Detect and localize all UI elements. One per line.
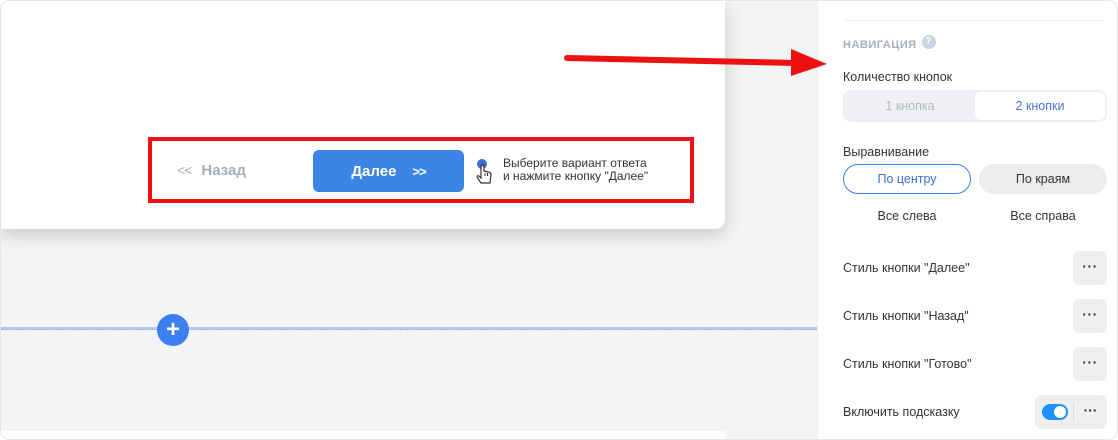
hint-toggle-row: Включить подсказку ··· bbox=[843, 395, 1107, 429]
style-done-label: Стиль кнопки "Готово" bbox=[843, 357, 972, 371]
align-left-option[interactable]: Все слева bbox=[843, 209, 971, 223]
style-back-row: Стиль кнопки "Назад" ··· bbox=[843, 299, 1107, 333]
buttons-count-label: Количество кнопок bbox=[843, 70, 953, 84]
align-edges-button[interactable]: По краям bbox=[979, 164, 1107, 194]
plus-icon: + bbox=[165, 316, 180, 343]
buttons-count-segmented: 1 кнопка 2 кнопки bbox=[843, 90, 1107, 122]
settings-panel: НАВИГАЦИЯ ? Количество кнопок 1 кнопка 2… bbox=[817, 1, 1117, 439]
hint-toggle-switch[interactable] bbox=[1042, 404, 1068, 420]
section-title: НАВИГАЦИЯ ? bbox=[843, 35, 936, 51]
style-back-label: Стиль кнопки "Назад" bbox=[843, 309, 969, 323]
next-card-edge bbox=[1, 431, 725, 439]
section-title-text: НАВИГАЦИЯ bbox=[843, 39, 917, 51]
panel-divider bbox=[843, 20, 1103, 21]
style-done-row: Стиль кнопки "Готово" ··· bbox=[843, 347, 1107, 381]
add-block-button[interactable]: + bbox=[157, 314, 189, 346]
hint-more-button[interactable]: ··· bbox=[1074, 395, 1107, 429]
style-next-more-button[interactable]: ··· bbox=[1073, 251, 1107, 285]
style-back-more-button[interactable]: ··· bbox=[1073, 299, 1107, 333]
option-1-button[interactable]: 1 кнопка bbox=[845, 92, 975, 120]
style-next-label: Стиль кнопки "Далее" bbox=[843, 261, 970, 275]
hint-toggle-group: ··· bbox=[1035, 395, 1107, 429]
align-right-option[interactable]: Все справа bbox=[979, 209, 1107, 223]
block-divider bbox=[1, 327, 817, 330]
style-done-more-button[interactable]: ··· bbox=[1073, 347, 1107, 381]
option-2-buttons[interactable]: 2 кнопки bbox=[975, 92, 1105, 120]
annotation-arrow-icon bbox=[564, 49, 827, 76]
alignment-label: Выравнивание bbox=[843, 145, 930, 159]
app-frame: << Назад Далее >> Выберите вариант ответ… bbox=[0, 0, 1118, 440]
help-icon[interactable]: ? bbox=[921, 35, 936, 49]
align-center-button[interactable]: По центру bbox=[843, 164, 971, 194]
hint-toggle-label: Включить подсказку bbox=[843, 405, 960, 419]
style-next-row: Стиль кнопки "Далее" ··· bbox=[843, 251, 1107, 285]
annotation-highlight-box bbox=[148, 137, 694, 203]
